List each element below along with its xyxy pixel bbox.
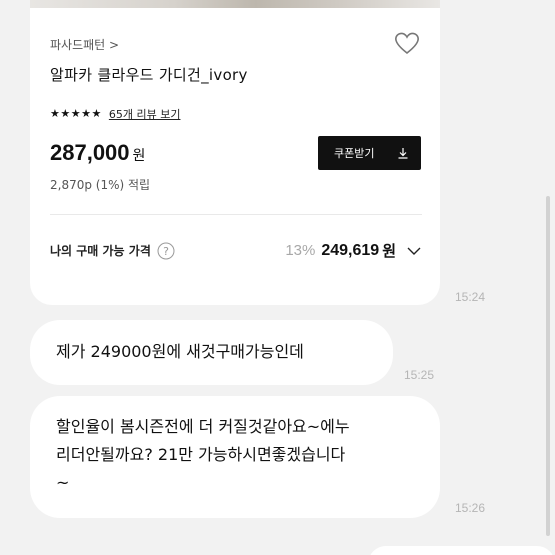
product-image [30, 0, 440, 8]
final-price: 249,619 [321, 241, 380, 259]
coupon-button[interactable]: 쿠폰받기 [318, 136, 421, 170]
message-text: 할인율이 봄시즌전에 더 커질것같아요~에누 리더안될까요? 21만 가능하시면… [56, 417, 350, 492]
message-text: 제가 249000원에 새것구매가능인데 [56, 342, 304, 361]
card-timestamp: 15:24 [455, 290, 486, 304]
chat-bubble-partial [368, 546, 555, 555]
price-row: 287,000 원 [50, 140, 145, 166]
chevron-down-icon[interactable] [406, 243, 422, 259]
star-icon: ★ [70, 107, 81, 120]
message-timestamp: 15:26 [455, 501, 486, 515]
star-icon: ★ [50, 107, 60, 120]
star-icon: ★ [81, 107, 91, 120]
points-text: 2,870p (1%) 적립 [50, 178, 151, 192]
chat-bubble[interactable]: 할인율이 봄시즌전에 더 커질것같아요~에누 리더안될까요? 21만 가능하시면… [30, 396, 440, 518]
review-link[interactable]: 65개 리뷰 보기 [109, 106, 181, 122]
discount-rate: 13% [285, 242, 316, 259]
divider [50, 214, 422, 215]
product-title: 알파카 클라우드 가디건_ivory [50, 66, 248, 84]
svg-text:?: ? [163, 245, 169, 258]
chat-bubble[interactable]: 제가 249000원에 새것구매가능인데 [30, 320, 393, 385]
coupon-button-label: 쿠폰받기 [334, 147, 375, 160]
rating-stars: ★ ★ ★ ★ ★ [50, 108, 102, 120]
scrollbar[interactable] [546, 196, 550, 536]
product-price: 287,000 [50, 140, 130, 165]
download-icon [398, 148, 408, 159]
my-price-label: 나의 구매 가능 가격 [50, 244, 151, 258]
my-price-value: 13% 249,619 원 [285, 240, 422, 261]
my-price-row[interactable]: 나의 구매 가능 가격 ? 13% 249,619 원 [50, 240, 422, 261]
shared-product-card[interactable]: 파사드패턴 > 알파카 클라우드 가디건_ivory ★ ★ ★ ★ ★ 65개… [30, 0, 440, 305]
final-currency: 원 [382, 242, 396, 260]
question-circle-icon[interactable]: ? [157, 242, 175, 260]
star-icon: ★ [60, 107, 71, 120]
rating-row: ★ ★ ★ ★ ★ 65개 리뷰 보기 [50, 106, 180, 122]
message-timestamp: 15:25 [404, 368, 435, 382]
brand-link[interactable]: 파사드패턴 > [50, 36, 119, 53]
star-icon: ★ [91, 107, 102, 120]
currency-label: 원 [132, 148, 146, 164]
chat-screen: 파사드패턴 > 알파카 클라우드 가디건_ivory ★ ★ ★ ★ ★ 65개… [0, 0, 555, 555]
heart-icon[interactable] [392, 28, 422, 58]
